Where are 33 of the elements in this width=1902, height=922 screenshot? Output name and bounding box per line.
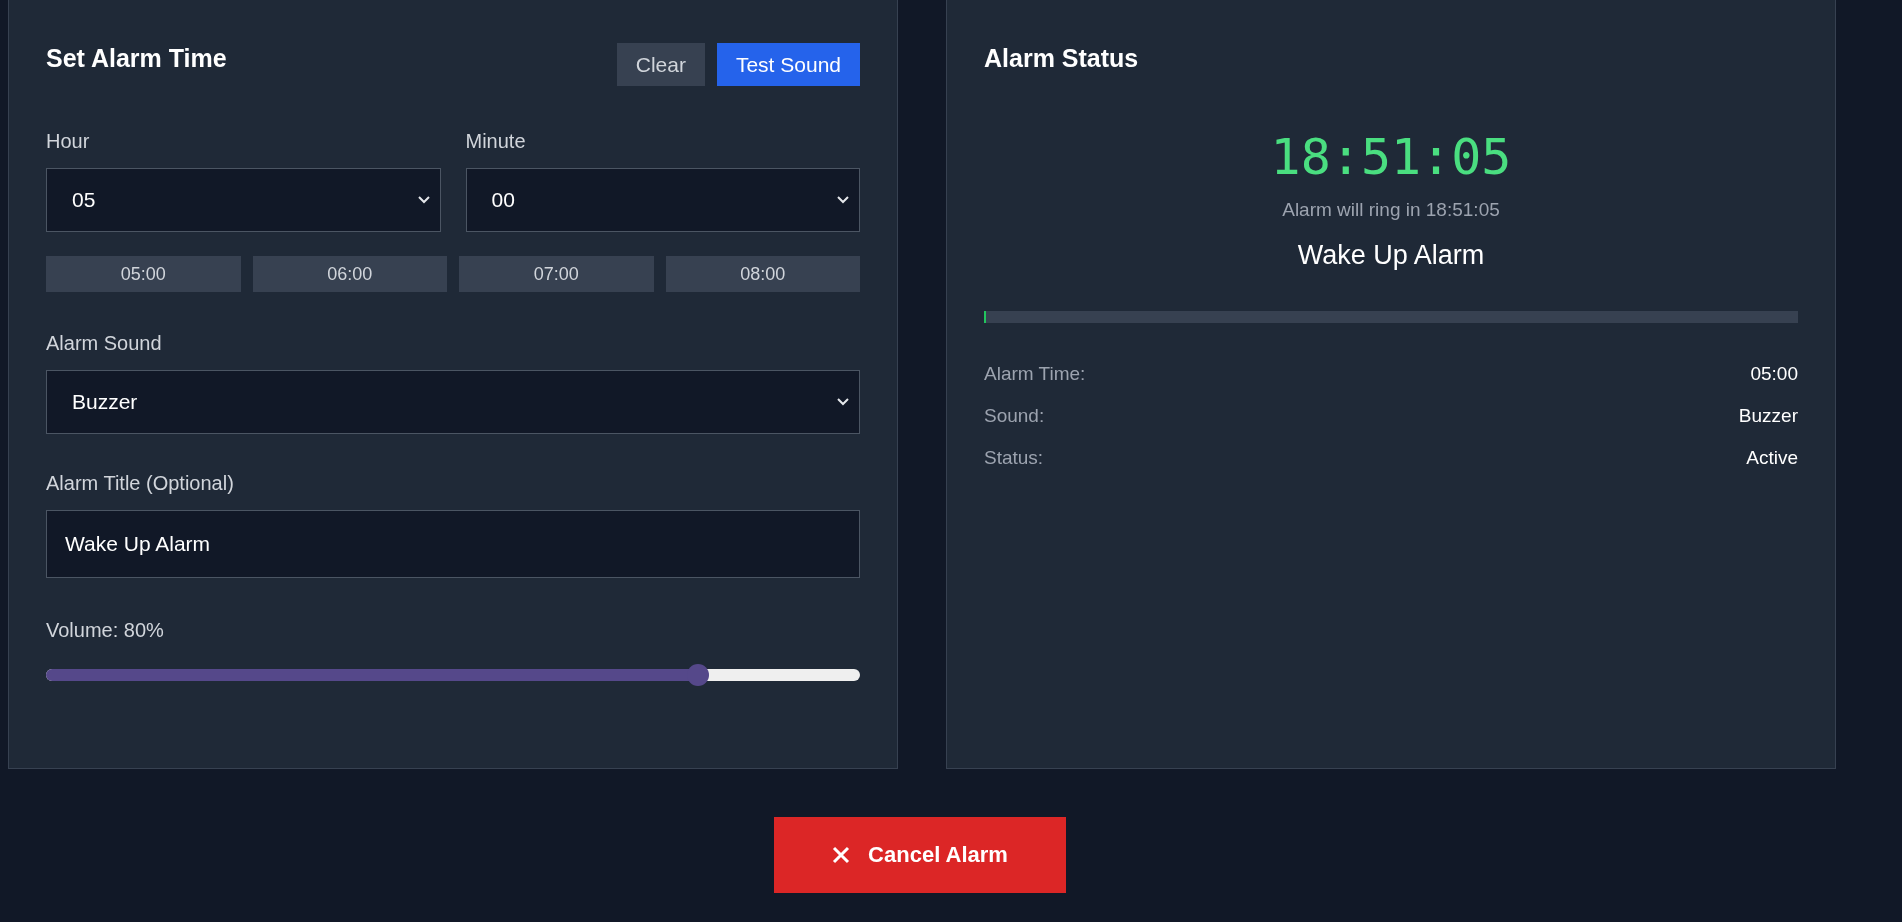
hour-select[interactable]: 05 xyxy=(46,168,441,232)
detail-value: 05:00 xyxy=(1750,362,1798,386)
chevron-down-icon xyxy=(417,196,430,204)
clear-button[interactable]: Clear xyxy=(616,43,705,86)
panel-title: Set Alarm Time xyxy=(46,43,227,73)
detail-value: Active xyxy=(1746,446,1798,470)
preset-time-button[interactable]: 08:00 xyxy=(665,256,860,292)
test-sound-button[interactable]: Test Sound xyxy=(716,43,860,86)
sound-select[interactable]: Buzzer xyxy=(46,370,860,434)
volume-label: Volume: 80% xyxy=(46,618,164,642)
detail-label: Status: xyxy=(984,446,1044,470)
preset-time-button[interactable]: 07:00 xyxy=(459,256,654,292)
chevron-down-icon xyxy=(837,196,849,204)
alarm-name: Wake Up Alarm xyxy=(1297,240,1485,271)
chevron-down-icon xyxy=(837,398,849,406)
alarm-title-input[interactable]: Wake Up Alarm xyxy=(46,510,860,578)
minute-select[interactable]: 00 xyxy=(465,168,860,232)
volume-slider[interactable] xyxy=(46,664,860,686)
field-label: Alarm Sound xyxy=(46,331,162,355)
detail-value: Buzzer xyxy=(1738,404,1798,428)
preset-time-button[interactable]: 05:00 xyxy=(46,256,241,292)
countdown-caption: Alarm will ring in 18:51:05 xyxy=(1282,199,1500,221)
close-icon xyxy=(832,846,851,864)
preset-time-button[interactable]: 06:00 xyxy=(252,256,447,292)
detail-label: Sound: xyxy=(984,404,1045,428)
field-label: Minute xyxy=(465,129,526,153)
field-label: Hour xyxy=(46,129,90,153)
cancel-alarm-button[interactable]: Cancel Alarm xyxy=(774,817,1066,893)
slider-thumb[interactable] xyxy=(687,664,710,686)
field-label: Alarm Title (Optional) xyxy=(46,471,234,495)
countdown-display: 18:51:05 xyxy=(1270,127,1512,188)
panel-title: Alarm Status xyxy=(984,43,1140,73)
detail-label: Alarm Time: xyxy=(984,362,1086,386)
